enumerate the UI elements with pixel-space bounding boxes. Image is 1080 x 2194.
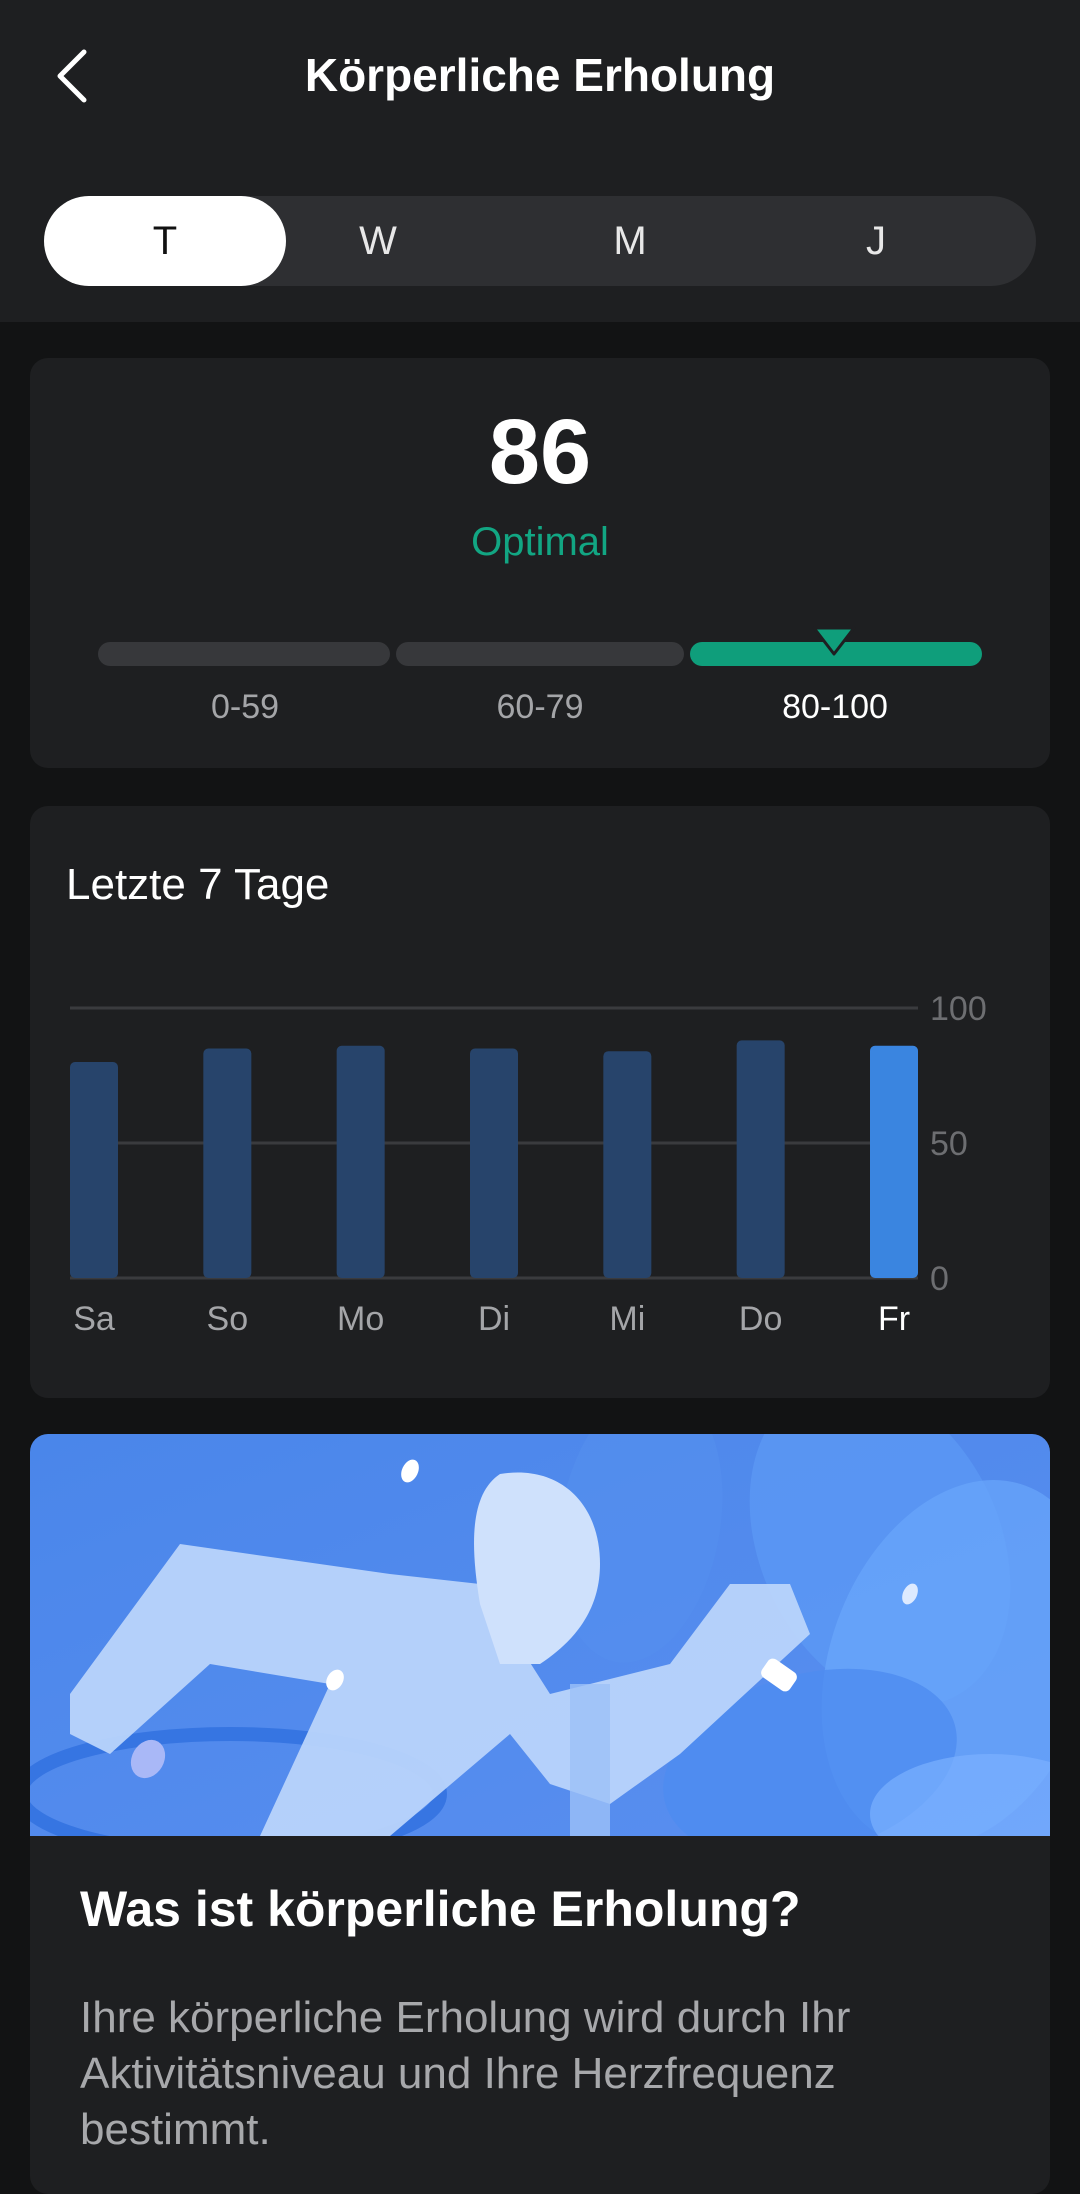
y-tick-label: 0 bbox=[930, 1260, 949, 1298]
bar-chart: 100 50 0 Sa So Mo Di Mi Do Fr bbox=[70, 990, 987, 1338]
x-tick-label: Fr bbox=[878, 1300, 910, 1338]
bar-so[interactable] bbox=[203, 1048, 252, 1279]
range-label-mid: 60-79 bbox=[496, 688, 584, 726]
y-tick-label: 50 bbox=[930, 1125, 968, 1163]
x-tick-label: Sa bbox=[73, 1300, 115, 1338]
info-title: Was ist körperliche Erholung? bbox=[80, 1881, 801, 1937]
range-label-low: 0-59 bbox=[210, 688, 280, 726]
tab-week[interactable]: W bbox=[298, 196, 458, 286]
runner-illustration bbox=[30, 1434, 1050, 1836]
period-selector: T W M J bbox=[44, 196, 1036, 286]
tab-month[interactable]: M bbox=[550, 196, 710, 286]
x-tick-label: Do bbox=[739, 1300, 782, 1338]
score-card: 86 Optimal 0-59 60-79 80-100 bbox=[30, 358, 1050, 768]
info-card: Was ist körperliche Erholung? Ihre körpe… bbox=[30, 1434, 1050, 2194]
info-body: Ihre körperliche Erholung wird durch Ihr… bbox=[80, 1993, 851, 2154]
bar-di[interactable] bbox=[470, 1048, 518, 1279]
range-label-optimal: 80-100 bbox=[782, 688, 888, 726]
page-title: Körperliche Erholung bbox=[304, 49, 776, 101]
range-bar-mid bbox=[396, 642, 684, 666]
tab-year[interactable]: J bbox=[796, 196, 956, 286]
bar-mo[interactable] bbox=[336, 1045, 385, 1278]
tab-day[interactable]: T bbox=[44, 196, 286, 286]
x-tick-label: Di bbox=[478, 1300, 510, 1338]
score-status: Optimal bbox=[471, 520, 609, 564]
y-tick-label: 100 bbox=[930, 990, 987, 1028]
bar-do[interactable] bbox=[736, 1040, 785, 1278]
x-tick-label: So bbox=[207, 1300, 249, 1338]
x-tick-label: Mo bbox=[337, 1300, 384, 1338]
header: Körperliche Erholung T W M J bbox=[0, 0, 1080, 322]
range-bar-low bbox=[98, 642, 390, 666]
score-value: 86 bbox=[488, 401, 592, 503]
chart-card: Letzte 7 Tage 100 50 0 Sa So Mo Di Mi Do Fr bbox=[30, 806, 1050, 1398]
score-marker-icon bbox=[812, 626, 856, 656]
bar-mi[interactable] bbox=[603, 1051, 652, 1278]
bar-fr[interactable] bbox=[870, 1045, 918, 1278]
bar-sa[interactable] bbox=[70, 1062, 118, 1278]
x-tick-label: Mi bbox=[609, 1300, 645, 1338]
